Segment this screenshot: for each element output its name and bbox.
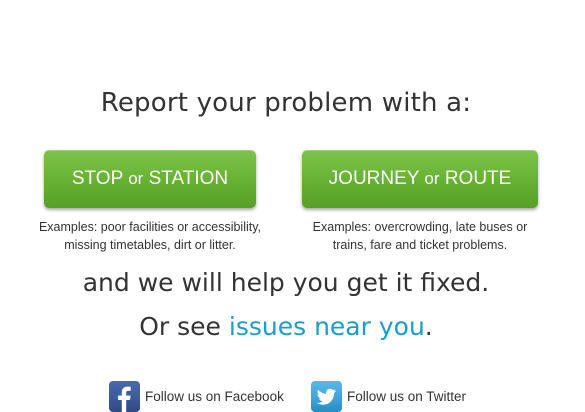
journey-or-route-button[interactable]: JOURNEY or ROUTE	[302, 150, 538, 208]
journey-examples: Examples: overcrowding, late buses or tr…	[290, 218, 550, 254]
facebook-icon	[109, 380, 140, 412]
stop-station-section: STOP or STATION Examples: poor facilitie…	[20, 150, 280, 254]
journey-examples-line-2: trains, fare and ticket problems.	[332, 238, 508, 252]
journey-label: JOURNEY	[328, 168, 420, 189]
follow-twitter-link[interactable]: Follow us on Twitter	[311, 380, 466, 412]
twitter-icon	[311, 380, 342, 412]
see-suffix: .	[424, 312, 433, 341]
help-message: and we will help you get it fixed.	[82, 268, 490, 297]
journey-examples-line-1: Examples: overcrowding, late buses or	[312, 220, 528, 234]
route-label: ROUTE	[444, 168, 512, 189]
follow-facebook-link[interactable]: Follow us on Facebook	[109, 380, 284, 412]
see-issues-line: Or see issues near you.	[0, 312, 572, 341]
facebook-label: Follow us on Facebook	[145, 388, 284, 404]
twitter-label: Follow us on Twitter	[347, 388, 467, 404]
stop-examples-line-2: missing timetables, dirt or litter.	[64, 238, 236, 252]
stop-examples-line-1: Examples: poor facilities or accessibili…	[38, 220, 262, 234]
stop-examples: Examples: poor facilities or accessibili…	[20, 218, 280, 254]
see-prefix: Or see	[139, 312, 229, 341]
stop-or-station-button[interactable]: STOP or STATION	[44, 150, 256, 208]
page-headline: Report your problem with a:	[100, 88, 472, 118]
or-label: or	[128, 169, 144, 188]
journey-route-section: JOURNEY or ROUTE Examples: overcrowding,…	[290, 150, 550, 254]
station-label: STATION	[148, 168, 229, 189]
issues-near-you-link[interactable]: issues near you	[229, 312, 425, 341]
stop-label: STOP	[71, 168, 123, 189]
or-label: or	[424, 169, 440, 188]
